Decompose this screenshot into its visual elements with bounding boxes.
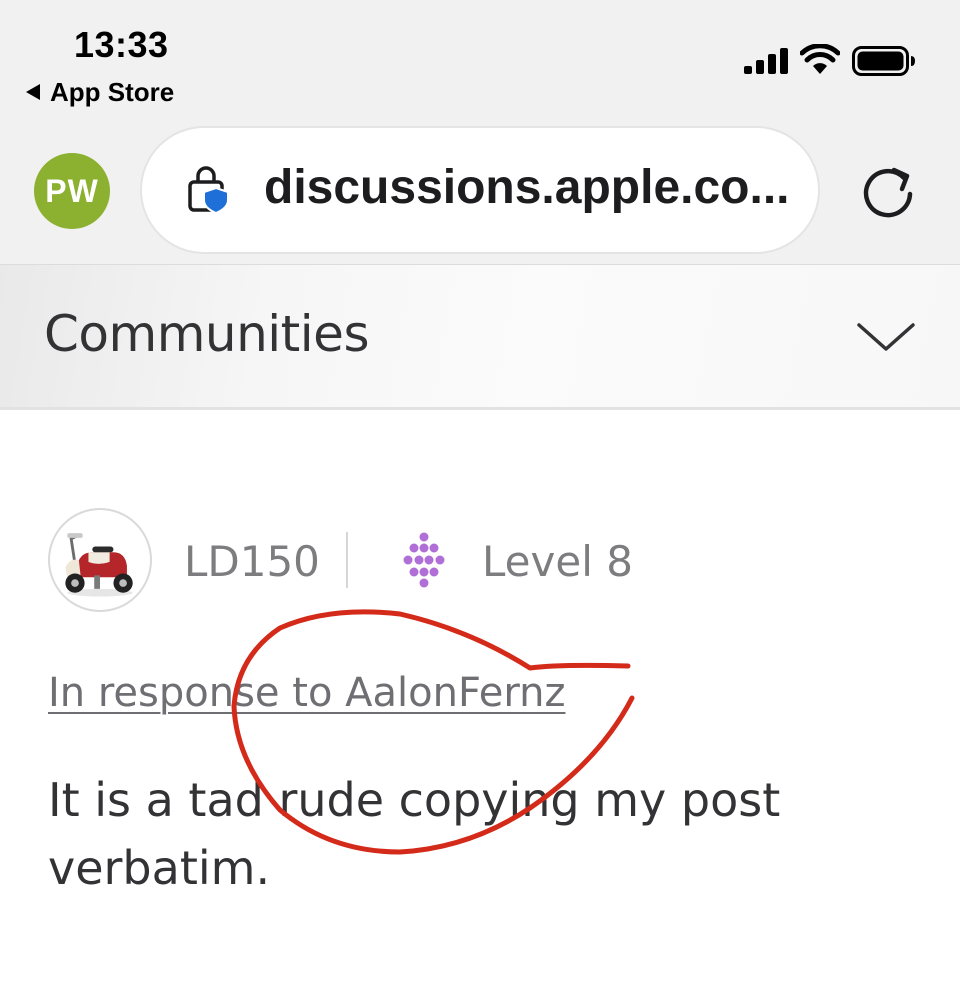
browser-chrome: 13:33 App Store PW discussions.apple.co.… [0,0,960,264]
url-text: discussions.apple.co... [264,161,790,214]
author-avatar[interactable] [48,508,152,612]
scooter-icon [65,533,133,597]
back-app-label: App Store [50,76,175,107]
in-response-to-link[interactable]: In response to AalonFernz [48,670,565,716]
communities-title: Communities [44,305,370,363]
cellular-signal-icon [744,48,788,74]
level-badge-icon [403,532,445,588]
status-time: 13:33 [74,24,169,65]
author-level: Level 8 [482,537,633,586]
reload-icon[interactable] [858,162,918,222]
battery-icon [852,46,915,76]
chevron-down-icon[interactable] [856,317,916,357]
page: 13:33 App Store PW discussions.apple.co.… [0,0,960,990]
address-bar[interactable]: discussions.apple.co... [142,128,818,252]
communities-menu[interactable]: Communities [0,264,960,410]
lock-shield-icon [188,166,229,214]
post-body: It is a tad rude copying my post verbati… [48,773,781,895]
author-divider [346,532,348,588]
back-triangle-icon [26,84,40,100]
back-to-app-button[interactable]: App Store [26,76,174,108]
profile-avatar[interactable]: PW [34,153,110,229]
author-name[interactable]: LD150 [184,537,320,586]
wifi-icon [800,44,840,74]
